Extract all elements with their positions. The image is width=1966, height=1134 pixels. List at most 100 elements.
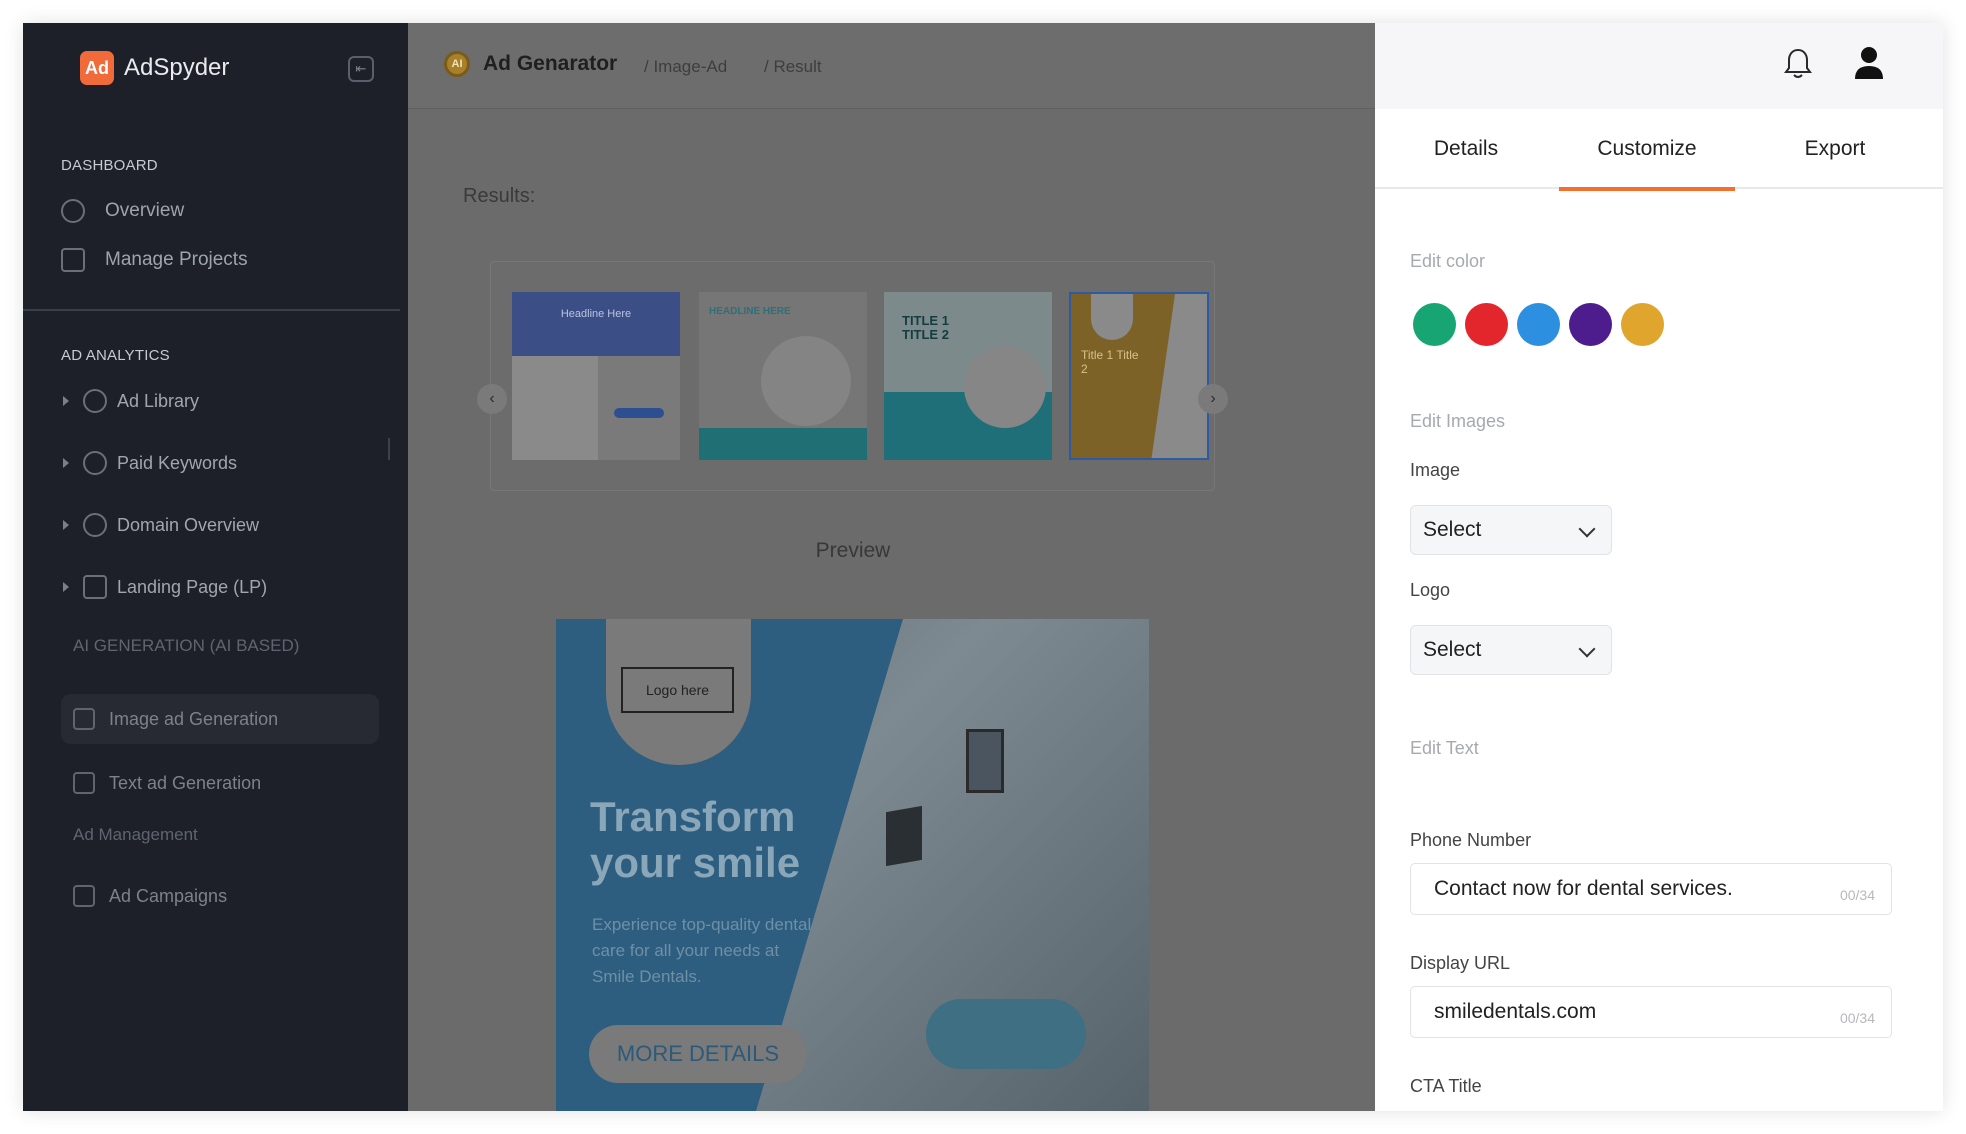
sidebar-divider [23, 309, 400, 311]
sidebar: Ad AdSpyder ⇤ DASHBOARD Overview Manage … [23, 23, 408, 1111]
folder-icon [61, 248, 85, 272]
result-thumbnail-3[interactable]: TITLE 1 TITLE 2 [884, 292, 1052, 460]
thumb-headline: HEADLINE HERE [709, 306, 791, 317]
main-header: AI Ad Genarator / Image-Ad / Result [408, 23, 1375, 109]
collapse-sidebar-icon[interactable]: ⇤ [348, 56, 374, 82]
thumb-headline: TITLE 1 TITLE 2 [902, 313, 949, 342]
thumb-image-area [1151, 294, 1207, 458]
sidebar-item-label: Landing Page (LP) [117, 576, 268, 597]
sidebar-item-image-ad-generation[interactable]: Image ad Generation [61, 694, 379, 744]
tab-details[interactable]: Details [1391, 109, 1541, 189]
phone-number-label: Phone Number [1410, 830, 1532, 850]
sidebar-item-paid-keywords[interactable]: Paid Keywords [63, 451, 237, 475]
panel-topbar [1375, 23, 1943, 109]
bell-icon[interactable] [1783, 47, 1813, 81]
carousel-next-icon[interactable]: › [1198, 384, 1228, 414]
sidebar-item-label: Manage Projects [105, 249, 248, 270]
sidebar-item-manage-projects[interactable]: Manage Projects [61, 248, 248, 272]
brand-logo-icon: Ad [80, 51, 114, 85]
color-swatch-purple[interactable] [1569, 303, 1612, 346]
caret-right-icon [63, 396, 69, 406]
tab-export[interactable]: Export [1760, 109, 1910, 189]
sidebar-item-label: Overview [105, 200, 185, 221]
ad-cta-button[interactable]: MORE DETAILS [589, 1025, 807, 1083]
result-thumbnail-2[interactable]: HEADLINE HERE [699, 292, 867, 460]
caret-right-icon [63, 458, 69, 468]
logo-select[interactable]: Select [1410, 625, 1612, 675]
chevron-down-icon [1578, 520, 1596, 538]
image-select[interactable]: Select [1410, 505, 1612, 555]
breadcrumb-image-ad[interactable]: / Image-Ad [644, 57, 727, 77]
sidebar-item-landing-page[interactable]: Landing Page (LP) [63, 575, 267, 599]
results-label: Results: [463, 185, 536, 207]
ad-headline[interactable]: Transform your smile [590, 794, 890, 886]
page-title: Ad Genarator [483, 52, 618, 75]
sidebar-scrollbar[interactable] [388, 438, 390, 460]
keyword-search-icon [83, 451, 107, 475]
sidebar-item-ad-campaigns[interactable]: Ad Campaigns [61, 871, 379, 921]
thumb-header [512, 292, 680, 356]
sidebar-item-ad-library[interactable]: Ad Library [63, 389, 199, 413]
edit-color-label: Edit color [1410, 251, 1486, 271]
image-select-value: Select [1423, 518, 1482, 541]
image-ad-icon [73, 708, 95, 730]
color-swatch-green[interactable] [1413, 303, 1456, 346]
panel-tabs: Details Customize Export [1375, 109, 1943, 191]
phone-number-input[interactable]: Contact now for dental services. 00/34 [1410, 863, 1892, 915]
app-window: Ad AdSpyder ⇤ DASHBOARD Overview Manage … [23, 23, 1943, 1111]
ad-logo-placeholder[interactable]: Logo here [621, 667, 734, 713]
pie-chart-icon [61, 199, 85, 223]
ad-management-heading: Ad Management [73, 825, 198, 844]
ad-analytics-heading: AD ANALYTICS [61, 347, 170, 364]
display-url-value: smiledentals.com [1434, 1000, 1597, 1023]
globe-icon [83, 513, 107, 537]
library-icon [83, 389, 107, 413]
results-carousel: ‹ Headline Here HEADLINE HERE TITLE 1 TI… [477, 261, 1228, 491]
caret-right-icon [63, 582, 69, 592]
display-url-input[interactable]: smiledentals.com 00/34 [1410, 986, 1892, 1038]
logo-select-value: Select [1423, 638, 1482, 661]
thumb-footer [699, 428, 867, 460]
sidebar-item-label: Ad Library [117, 390, 200, 411]
user-avatar-icon[interactable] [1853, 45, 1885, 81]
color-swatch-gold[interactable] [1621, 303, 1664, 346]
brand-name: AdSpyder [124, 54, 230, 81]
brand[interactable]: Ad AdSpyder [80, 51, 229, 85]
ad-preview: Logo here Transform your smile Experienc… [556, 619, 1149, 1111]
breadcrumb-result[interactable]: / Result [764, 57, 822, 77]
result-thumbnail-4-selected[interactable]: Title 1 Title 2 [1069, 292, 1209, 460]
ai-generation-heading: AI GENERATION (AI BASED) [73, 636, 300, 655]
ad-photo-monitor [886, 805, 922, 867]
sidebar-item-label: Ad Campaigns [109, 885, 228, 906]
thumb-headline: Title 1 Title 2 [1081, 348, 1139, 376]
main-content: AI Ad Genarator / Image-Ad / Result Resu… [408, 23, 1375, 1111]
sidebar-item-label: Domain Overview [117, 514, 260, 535]
result-thumbnail-1[interactable]: Headline Here [512, 292, 680, 460]
text-ad-icon [73, 772, 95, 794]
preview-label: Preview [815, 539, 891, 562]
landing-page-icon [83, 575, 107, 599]
ad-photo-dental-chair [926, 999, 1086, 1069]
display-url-label: Display URL [1410, 953, 1511, 973]
ai-chip-icon: AI [444, 51, 470, 77]
chevron-down-icon [1578, 640, 1596, 658]
ad-photo-wall-frame [966, 729, 1004, 793]
image-label: Image [1410, 460, 1461, 480]
thumb-image-area [761, 336, 851, 426]
sidebar-item-domain-overview[interactable]: Domain Overview [63, 513, 259, 537]
thumb-cta [614, 408, 664, 418]
sidebar-item-text-ad-generation[interactable]: Text ad Generation [61, 758, 379, 808]
ad-body-text[interactable]: Experience top-quality dental care for a… [592, 912, 822, 990]
dashboard-heading: DASHBOARD [61, 157, 158, 174]
tab-customize[interactable]: Customize [1559, 109, 1735, 191]
sidebar-item-overview[interactable]: Overview [61, 199, 184, 223]
color-swatch-blue[interactable] [1517, 303, 1560, 346]
sidebar-item-label: Text ad Generation [109, 772, 262, 793]
phone-number-value: Contact now for dental services. [1434, 877, 1733, 900]
customize-panel: Details Customize Export Edit color Edit… [1375, 23, 1943, 1111]
carousel-prev-icon[interactable]: ‹ [477, 384, 507, 414]
caret-right-icon [63, 520, 69, 530]
sidebar-item-label: Paid Keywords [117, 452, 238, 473]
color-swatch-red[interactable] [1465, 303, 1508, 346]
sidebar-item-label: Image ad Generation [109, 708, 279, 729]
